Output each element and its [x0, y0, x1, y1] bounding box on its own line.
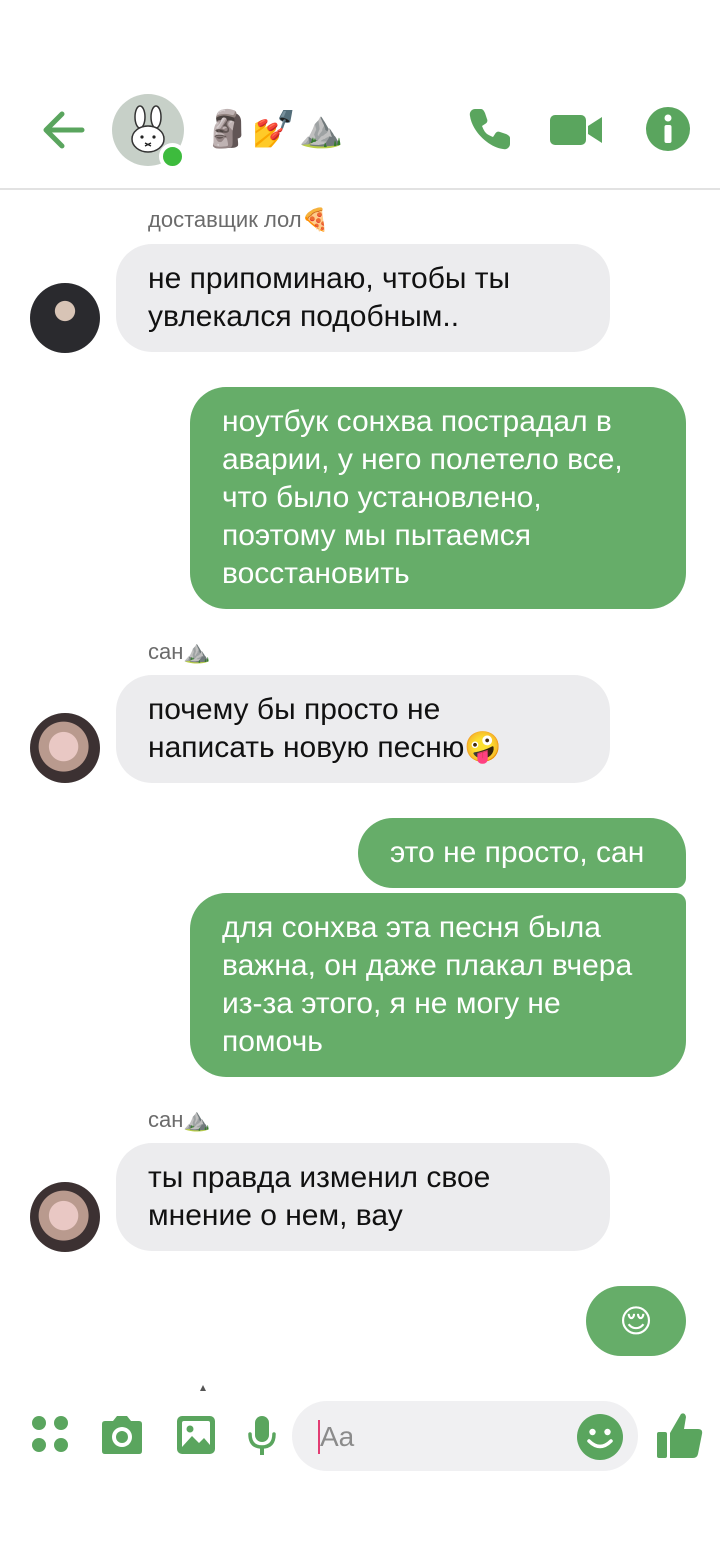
- message-bubble-incoming[interactable]: почему бы просто не написать новую песню…: [116, 675, 610, 783]
- camera-icon[interactable]: [99, 1414, 145, 1456]
- message-bubble-outgoing[interactable]: 😌: [586, 1286, 686, 1356]
- message-text: ноутбук сонхва пострадал в аварии, у нег…: [222, 405, 623, 590]
- sender-name: сан⛰️: [148, 639, 211, 664]
- online-status-dot: [159, 143, 186, 170]
- message-text: ты правда изменил свое мнение о нем, вау: [148, 1161, 491, 1232]
- sender-avatar[interactable]: [30, 1182, 100, 1252]
- message-bubble-outgoing[interactable]: это не просто, сан: [358, 818, 686, 888]
- message-text: не припоминаю, чтобы ты увлекался подобн…: [148, 262, 511, 333]
- apps-icon[interactable]: [30, 1414, 70, 1454]
- phone-icon[interactable]: [465, 104, 515, 154]
- message-bubble-outgoing[interactable]: ноутбук сонхва пострадал в аварии, у нег…: [190, 387, 686, 609]
- scroll-indicator-icon: [200, 1385, 206, 1391]
- emoji-icon[interactable]: [575, 1412, 625, 1462]
- thumbs-up-icon[interactable]: [655, 1410, 705, 1460]
- sender-avatar[interactable]: [30, 283, 100, 353]
- sender-name: доставщик лол🍕: [148, 207, 330, 232]
- chat-header: 🗿💅⛰️: [0, 0, 720, 190]
- video-camera-icon[interactable]: [548, 104, 604, 154]
- back-arrow-icon[interactable]: [38, 108, 86, 152]
- info-icon[interactable]: [643, 104, 693, 154]
- message-input-placeholder: Aa: [320, 1421, 355, 1452]
- message-text: для сонхва эта песня была важна, он даже…: [222, 911, 633, 1058]
- image-icon[interactable]: [175, 1414, 217, 1456]
- sender-avatar[interactable]: [30, 713, 100, 783]
- chat-title[interactable]: 🗿💅⛰️: [205, 108, 345, 152]
- message-bubble-outgoing[interactable]: для сонхва эта песня была важна, он даже…: [190, 893, 686, 1077]
- message-text: это не просто, сан: [390, 836, 645, 869]
- message-text: 😌: [619, 1303, 653, 1339]
- message-text: почему бы просто не написать новую песню…: [148, 693, 502, 764]
- message-bubble-incoming[interactable]: не припоминаю, чтобы ты увлекался подобн…: [116, 244, 610, 352]
- message-bubble-incoming[interactable]: ты правда изменил свое мнение о нем, вау: [116, 1143, 610, 1251]
- microphone-icon[interactable]: [246, 1414, 278, 1458]
- sender-name: сан⛰️: [148, 1107, 211, 1132]
